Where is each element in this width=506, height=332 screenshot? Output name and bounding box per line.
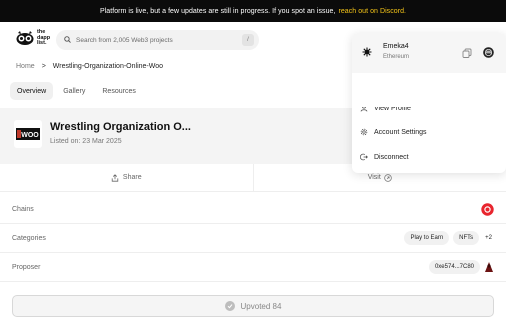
share-label: Share: [122, 174, 142, 181]
owl-logo-icon: [16, 31, 34, 46]
site-logo[interactable]: the dapp list.: [16, 29, 53, 47]
copy-icon[interactable]: [462, 48, 472, 58]
search-bar[interactable]: /: [56, 30, 259, 50]
user-icon: [360, 107, 368, 112]
menu-view-profile-label: View Profile: [374, 104, 411, 112]
category-chip[interactable]: NFTs: [453, 231, 480, 245]
tab-resources[interactable]: Resources: [95, 82, 142, 100]
menu-disconnect[interactable]: Disconnect: [360, 153, 409, 161]
project-listed-date: Listed on: 23 Mar 2025: [50, 138, 122, 145]
account-menu: Emeka4 Ethereum View Profile Account Set…: [352, 33, 506, 173]
menu-account-settings-label: Account Settings: [374, 128, 427, 136]
gear-icon: [360, 128, 368, 136]
chains-label: Chains: [12, 205, 34, 213]
upvote-button[interactable]: Upvoted 84: [12, 295, 494, 317]
account-summary: Emeka4 Ethereum: [352, 33, 506, 73]
breadcrumb: Home > Wrestling-Organization-Online-Woo: [16, 63, 163, 70]
visit-label: Visit: [367, 174, 381, 181]
account-avatar: [362, 47, 372, 57]
breadcrumb-current: Wrestling-Organization-Online-Woo: [52, 63, 164, 70]
search-shortcut-hint: /: [242, 34, 254, 46]
project-logo-text: WOO: [21, 132, 39, 139]
breadcrumb-separator: >: [41, 63, 46, 70]
upvote-label: Upvoted 84: [240, 301, 282, 311]
account-name: Emeka4: [383, 43, 409, 50]
categories-row: Categories Play to Earn NFTs +2: [0, 224, 506, 253]
logo-wordmark: the dapp list.: [37, 29, 53, 47]
proposer-avatar: [484, 261, 494, 273]
proposer-row: Proposer 0xe574...7C80: [0, 253, 506, 282]
search-input[interactable]: [76, 36, 236, 44]
account-chain: Ethereum: [383, 54, 410, 60]
ethereum-icon: [483, 47, 494, 58]
project-logo: WOO: [14, 120, 42, 148]
categories-label: Categories: [12, 234, 46, 242]
logout-icon: [360, 153, 368, 161]
tab-gallery[interactable]: Gallery: [56, 82, 92, 100]
proposer-address[interactable]: 0xe574...7C80: [428, 260, 480, 274]
menu-account-settings[interactable]: Account Settings: [360, 128, 427, 136]
logo-line-3: list.: [37, 40, 47, 46]
announcement-banner: Platform is live, but a few updates are …: [0, 0, 506, 22]
optimism-chain-icon[interactable]: [481, 202, 494, 216]
chains-row: Chains: [0, 195, 506, 224]
share-button[interactable]: Share: [0, 164, 253, 191]
more-categories-chip[interactable]: +2: [483, 231, 494, 245]
external-link-icon: [384, 173, 392, 182]
menu-disconnect-label: Disconnect: [374, 153, 409, 161]
project-title: Wrestling Organization O...: [50, 121, 191, 133]
project-tabs: Overview Gallery Resources: [10, 82, 146, 100]
check-icon: [224, 301, 235, 311]
proposer-label: Proposer: [12, 263, 41, 271]
breadcrumb-home[interactable]: Home: [16, 63, 35, 70]
menu-view-profile[interactable]: View Profile: [360, 104, 411, 112]
discord-link[interactable]: reach out on Discord.: [338, 8, 406, 15]
search-icon: [64, 35, 71, 45]
tab-overview[interactable]: Overview: [10, 82, 54, 100]
banner-text: Platform is live, but a few updates are …: [99, 7, 336, 15]
category-chip[interactable]: Play to Earn: [404, 231, 450, 245]
share-icon: [111, 173, 119, 182]
